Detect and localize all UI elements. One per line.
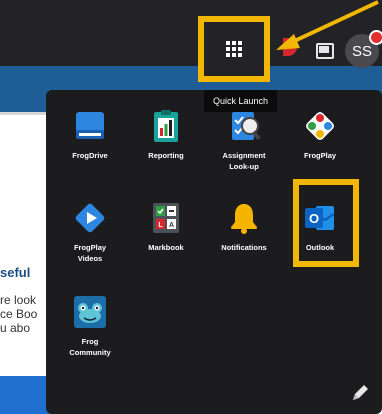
reporting-icon (148, 108, 184, 144)
quick-launch-tooltip: Quick Launch (204, 90, 277, 112)
app-tile-markbook[interactable]: L A Markbook (128, 200, 204, 253)
markbook-icon: L A (148, 200, 184, 236)
app-label: FrogDrive (72, 151, 108, 160)
frogplay-icon (302, 108, 338, 144)
app-label: Reporting (148, 151, 184, 160)
app-label: FrogPlay Videos (73, 243, 107, 263)
app-tile-frogdrive[interactable]: FrogDrive (52, 108, 128, 161)
page-text-line: re look (0, 293, 37, 307)
app-label: Markbook (148, 243, 184, 252)
app-grid-icon (226, 41, 242, 57)
annotation-arrow (276, 0, 379, 50)
app-label: Assignment Look-up (222, 151, 266, 171)
frog-community-icon (72, 294, 108, 330)
svg-text:A: A (169, 222, 174, 229)
app-tile-frogplay-videos[interactable]: FrogPlay Videos (52, 200, 128, 264)
app-tile-notifications[interactable]: Notifications (206, 200, 282, 253)
drive-icon (72, 108, 108, 144)
outlook-highlight (293, 179, 359, 267)
app-label: Frog Community (69, 337, 111, 357)
assignment-lookup-icon (226, 108, 262, 144)
svg-text:L: L (158, 222, 163, 229)
page-text-line: ce Boo (0, 307, 38, 321)
app-label: Notifications (221, 243, 267, 252)
page-text-line: u abo (0, 321, 31, 335)
app-tile-frogplay[interactable]: FrogPlay (282, 108, 358, 161)
app-label: FrogPlay (303, 151, 337, 160)
app-tile-reporting[interactable]: Reporting (128, 108, 204, 161)
app-tile-frog-community[interactable]: Frog Community (52, 294, 128, 358)
pencil-icon[interactable] (350, 383, 370, 403)
quick-launch-button[interactable] (198, 16, 270, 82)
app-tile-assignment-lookup[interactable]: Assignment Look-up (206, 108, 282, 172)
bell-icon (226, 200, 262, 236)
frogplay-videos-icon (72, 200, 108, 236)
page-heading-fragment: seful (0, 265, 31, 280)
